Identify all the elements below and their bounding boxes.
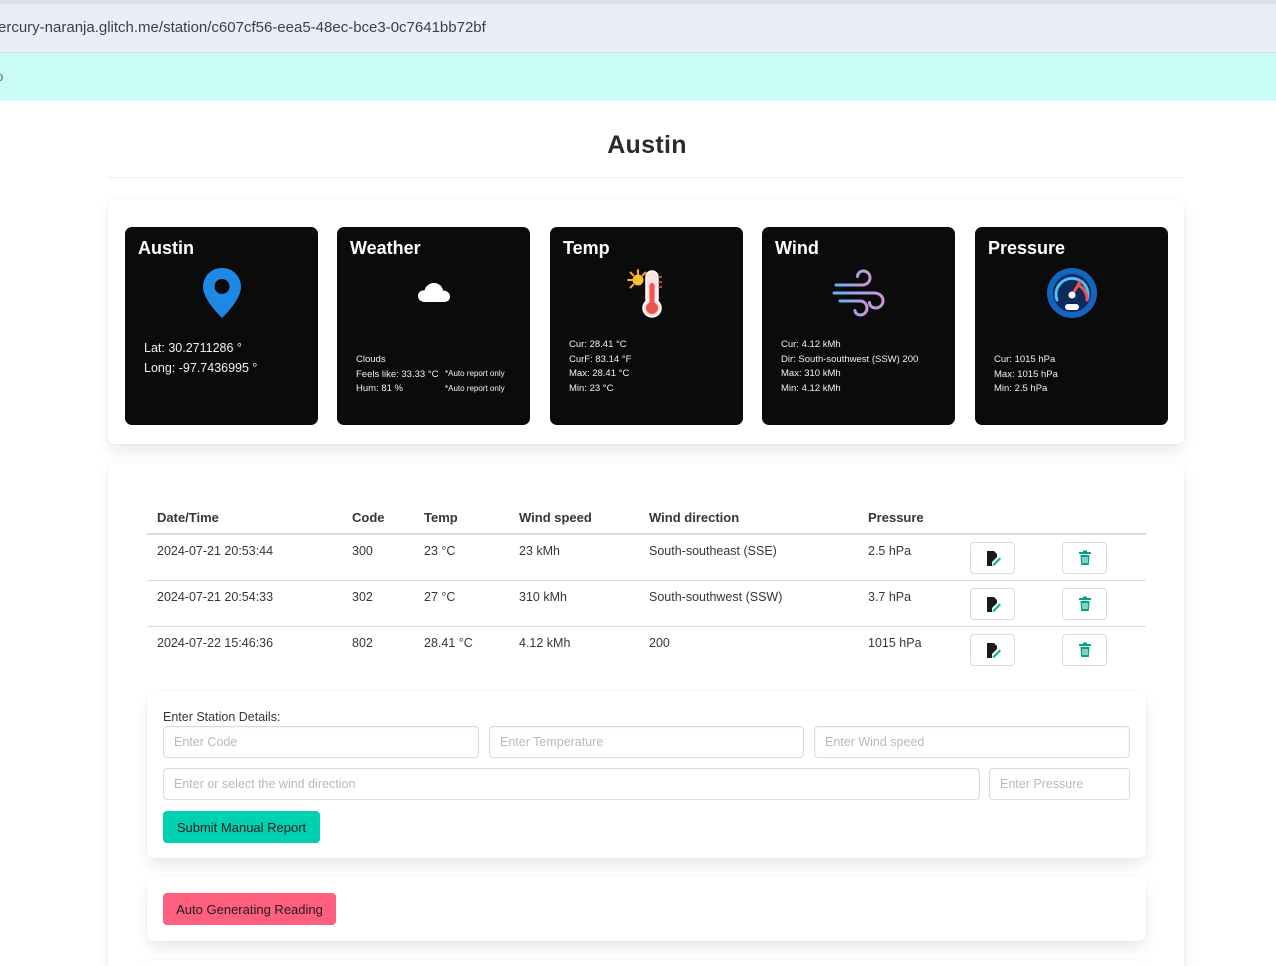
wind-icon — [762, 267, 955, 319]
edit-icon — [986, 642, 1001, 658]
next-section-box — [147, 960, 1146, 966]
location-card-title: Austin — [138, 238, 194, 258]
cell-wind-direction: South-southeast (SSE) — [639, 534, 858, 581]
pressure-input[interactable] — [989, 768, 1130, 800]
delete-button[interactable] — [1062, 633, 1107, 666]
cell-temp: 23 °C — [414, 534, 509, 581]
humidity-text: Hum: 81 % — [356, 383, 403, 394]
readings-table: Date/Time Code Temp Wind speed Wind dire… — [147, 502, 1146, 672]
wind-max: Max: 310 kMh — [781, 368, 841, 379]
temperature-input[interactable] — [489, 726, 804, 758]
table-row: 2024-07-22 15:46:36 802 28.41 °C 4.12 kM… — [147, 626, 1146, 672]
edit-icon — [986, 596, 1001, 612]
edit-button[interactable] — [970, 633, 1015, 666]
form-label: Enter Station Details: — [163, 710, 281, 724]
temp-min: Min: 23 °C — [569, 382, 614, 394]
code-input[interactable] — [163, 726, 479, 758]
pressure-current: Cur: 1015 hPa — [994, 354, 1056, 365]
gauge-icon — [975, 267, 1168, 319]
wind-current: Cur: 4.12 kMh — [781, 339, 841, 350]
cloud-icon — [337, 267, 530, 319]
cell-edit — [960, 534, 1052, 581]
cell-pressure: 3.7 hPa — [858, 580, 960, 627]
cell-code: 802 — [352, 635, 373, 650]
cell-delete — [1052, 626, 1146, 672]
edit-button[interactable] — [970, 587, 1015, 620]
pressure-card-title: Pressure — [988, 238, 1066, 258]
cell-wind-speed: 310 kMh — [509, 580, 639, 627]
header-datetime: Date/Time — [147, 502, 342, 535]
table-row: 2024-07-21 20:54:33 302 27 °C 310 kMh So… — [147, 580, 1146, 627]
header-wind-direction: Wind direction — [639, 502, 858, 535]
wind-direction: Dir: South-southwest (SSW) 200 — [781, 353, 919, 365]
cell-code: 300 — [342, 534, 414, 581]
auto-report-note: *Auto report only — [445, 369, 505, 378]
map-pin-icon — [125, 267, 318, 319]
page-title: Austin — [607, 131, 687, 159]
trash-icon — [1078, 550, 1091, 565]
header-edit — [960, 502, 1052, 535]
location-card: Austin Lat: 30.2711286 ° Long: -97.74369… — [125, 227, 318, 425]
banner-glyph: o — [0, 69, 3, 84]
cell-delete — [1052, 534, 1146, 581]
pressure-card: Pressure Cur: 1015 hPa Max: 1015 hPa Min… — [975, 227, 1168, 425]
browser-address-bar[interactable]: ercury-naranja.glitch.me/station/c607cf5… — [0, 0, 1276, 53]
auto-report-note: *Auto report only — [445, 384, 505, 393]
cell-edit — [960, 626, 1052, 672]
temp-max: Max: 28.41 °C — [569, 368, 630, 379]
temp-current: Cur: 28.41 °C — [569, 339, 627, 350]
cell-datetime: 2024-07-21 20:54:33 — [147, 580, 342, 627]
pressure-min: Min: 2.5 hPa — [994, 383, 1048, 394]
cell-wind-direction: South-southwest (SSW) — [639, 580, 858, 627]
wind-min: Min: 4.12 kMh — [781, 382, 841, 394]
wind-card: Wind Cur: 4.12 kMh Dir: South-southwest … — [762, 227, 955, 425]
cell-wind-direction: 200 — [649, 635, 670, 650]
latitude-text: Lat: 30.2711286 ° — [144, 341, 242, 355]
cell-delete — [1052, 580, 1146, 627]
trash-icon — [1078, 596, 1091, 611]
table-header-row: Date/Time Code Temp Wind speed Wind dire… — [147, 502, 1146, 535]
longitude-text: Long: -97.7436995 ° — [144, 361, 258, 375]
weather-condition: Clouds — [356, 354, 386, 365]
cell-wind-speed: 4.12 kMh — [519, 635, 571, 650]
title-divider — [108, 177, 1184, 178]
header-code: Code — [342, 502, 414, 535]
delete-button[interactable] — [1062, 587, 1107, 620]
cell-datetime: 2024-07-22 15:46:36 — [157, 635, 274, 650]
table-row: 2024-07-21 20:53:44 300 23 °C 23 kMh Sou… — [147, 534, 1146, 581]
pressure-max: Max: 1015 hPa — [994, 368, 1058, 380]
header-wind-speed: Wind speed — [509, 502, 639, 535]
auto-generating-reading-button[interactable]: Auto Generating Reading — [163, 893, 336, 925]
cell-temp: 28.41 °C — [424, 635, 473, 650]
cell-code: 302 — [342, 580, 414, 627]
cell-temp: 27 °C — [414, 580, 509, 627]
temp-card-title: Temp — [563, 238, 610, 258]
top-banner: o — [0, 53, 1276, 101]
cell-datetime: 2024-07-21 20:53:44 — [147, 534, 342, 581]
wind-card-title: Wind — [775, 238, 819, 258]
weather-card: Weather Clouds Feels like: 33.33 °C Hum:… — [337, 227, 530, 425]
wind-direction-input[interactable] — [163, 768, 980, 800]
header-pressure: Pressure — [858, 502, 960, 535]
edit-icon — [986, 551, 1001, 566]
trash-icon — [1078, 642, 1091, 657]
edit-button[interactable] — [970, 542, 1015, 574]
wind-speed-input[interactable] — [814, 726, 1130, 758]
cell-pressure: 1015 hPa — [868, 635, 922, 650]
temp-current-f: CurF: 83.14 °F — [569, 353, 632, 365]
cell-pressure: 2.5 hPa — [858, 534, 960, 581]
feels-like-text: Feels like: 33.33 °C — [356, 368, 439, 380]
cell-wind-speed: 23 kMh — [509, 534, 639, 581]
delete-button[interactable] — [1062, 542, 1107, 574]
submit-manual-report-button[interactable]: Submit Manual Report — [163, 811, 320, 843]
temp-card: Temp Cur: 28.41 °C CurF: 83.14 °F Max: 2… — [550, 227, 743, 425]
header-temp: Temp — [414, 502, 509, 535]
url-text[interactable]: ercury-naranja.glitch.me/station/c607cf5… — [0, 19, 486, 36]
cell-edit — [960, 580, 1052, 627]
weather-card-title: Weather — [350, 238, 421, 258]
thermometer-sun-icon — [550, 267, 743, 319]
header-delete — [1052, 502, 1146, 535]
